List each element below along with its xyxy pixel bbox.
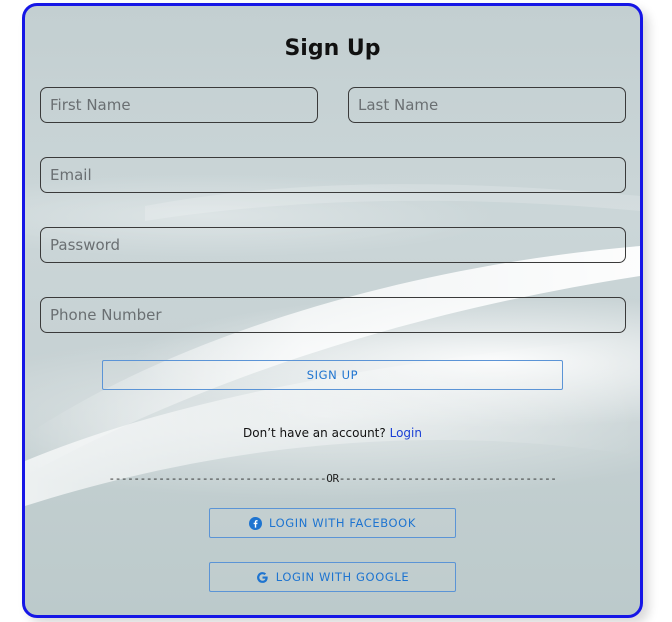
page-title: Sign Up (284, 36, 381, 61)
email-field[interactable]: Email (40, 157, 626, 193)
phone-number-field[interactable]: Phone Number (40, 297, 626, 333)
password-placeholder: Password (50, 236, 121, 254)
login-google-button[interactable]: LOGIN WITH GOOGLE (209, 562, 456, 592)
account-prompt-text: Don’t have an account? (243, 426, 386, 440)
first-name-placeholder: First Name (50, 96, 131, 114)
password-field[interactable]: Password (40, 227, 626, 263)
login-facebook-button[interactable]: LOGIN WITH FACEBOOK (209, 508, 456, 538)
page: Sign Up First Name Last Name Email Passw… (0, 0, 672, 622)
google-button-label: LOGIN WITH GOOGLE (275, 570, 410, 584)
or-divider: -----------------------------------OR---… (108, 472, 557, 485)
facebook-button-label: LOGIN WITH FACEBOOK (269, 516, 416, 530)
account-prompt: Don’t have an account? Login (25, 426, 640, 440)
last-name-placeholder: Last Name (358, 96, 439, 114)
first-name-field[interactable]: First Name (40, 87, 318, 123)
phone-number-placeholder: Phone Number (50, 306, 162, 324)
facebook-icon (249, 516, 263, 530)
login-link[interactable]: Login (390, 426, 422, 440)
signup-card: Sign Up First Name Last Name Email Passw… (22, 3, 643, 618)
sign-up-label: SIGN UP (306, 368, 359, 382)
google-icon (256, 571, 269, 584)
email-placeholder: Email (50, 166, 92, 184)
last-name-field[interactable]: Last Name (348, 87, 626, 123)
sign-up-button[interactable]: SIGN UP (102, 360, 563, 390)
